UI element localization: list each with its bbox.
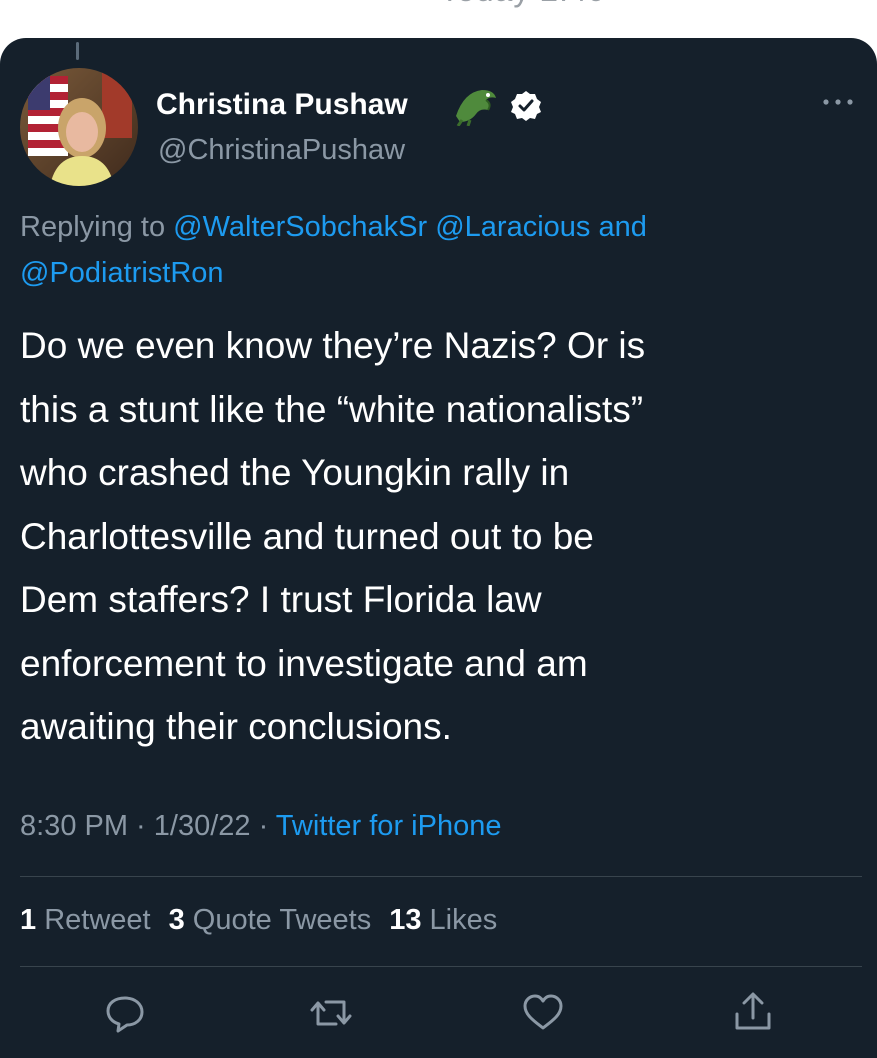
alligator-icon [456, 90, 496, 126]
meta-separator: · [250, 810, 276, 842]
tweet-card: Christina Pushaw @ChristinaPushaw Replyi… [0, 38, 877, 1058]
reply-icon[interactable] [102, 990, 148, 1036]
quote-tweets-stat[interactable]: 3 Quote Tweets [169, 904, 372, 936]
tweet-source[interactable]: Twitter for iPhone [276, 810, 502, 842]
quotes-label: Quote Tweets [192, 904, 372, 936]
replying-to-line: Replying to @WalterSobchakSr @Laracious … [20, 204, 840, 296]
engagement-stats: 1 Retweet 3 Quote Tweets 13 Likes [20, 904, 515, 937]
mention-link[interactable]: @PodiatristRon [20, 257, 224, 289]
more-options-icon[interactable] [818, 92, 858, 112]
share-icon[interactable] [730, 990, 776, 1036]
author-handle[interactable]: @ChristinaPushaw [158, 134, 405, 167]
retweets-label: Retweet [44, 904, 151, 936]
mention-link[interactable]: @WalterSobchakSr [173, 211, 427, 243]
verified-badge-icon [511, 91, 541, 121]
likes-stat[interactable]: 13 Likes [389, 904, 497, 936]
clipped-timestamp: Today 2:49 [440, 0, 607, 9]
tweet-date[interactable]: 1/30/22 [154, 810, 251, 842]
tweet-metadata: 8:30 PM · 1/30/22 · Twitter for iPhone [20, 810, 501, 843]
tweet-time[interactable]: 8:30 PM [20, 810, 128, 842]
and-connector[interactable]: and [590, 211, 646, 243]
retweets-count: 1 [20, 904, 37, 936]
retweets-stat[interactable]: 1 Retweet [20, 904, 151, 936]
divider [20, 966, 862, 967]
mention-link[interactable]: @Laracious [435, 211, 590, 243]
meta-separator: · [128, 810, 154, 842]
author-display-name[interactable]: Christina Pushaw [156, 88, 408, 122]
likes-label: Likes [429, 904, 498, 936]
like-icon[interactable] [520, 990, 566, 1036]
replying-to-prefix: Replying to [20, 211, 174, 243]
tweet-body: Do we even know they’re Nazis? Or is thi… [20, 325, 646, 747]
retweet-icon[interactable] [308, 990, 354, 1036]
quotes-count: 3 [168, 904, 185, 936]
divider [20, 876, 862, 877]
likes-count: 13 [389, 904, 422, 936]
thread-connector-line [76, 42, 79, 60]
previous-content-strip: Today 2:49 [0, 0, 877, 40]
avatar[interactable] [20, 68, 138, 186]
